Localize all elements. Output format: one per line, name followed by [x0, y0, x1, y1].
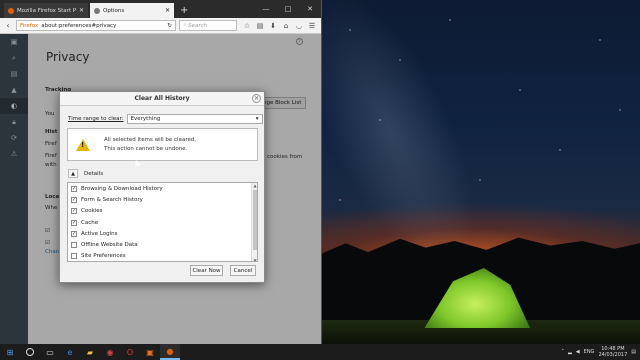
checkbox-active-logins[interactable]: ✓	[71, 230, 77, 237]
window-controls: — □ ✕	[255, 0, 321, 18]
list-item[interactable]: ✓ Browsing & Download History	[68, 183, 257, 194]
url-text: about:preferences#privacy	[41, 22, 117, 29]
gear-icon	[94, 7, 100, 14]
clock[interactable]: 10:48 PM 24/03/2017	[598, 346, 627, 358]
app-icon[interactable]: ▣	[140, 344, 160, 360]
warning-line-2: This action cannot be undone.	[104, 145, 188, 152]
volume-icon[interactable]: ◀	[576, 349, 580, 355]
checkbox-form-history[interactable]: ✓	[71, 196, 77, 203]
item-label: Cache	[81, 219, 99, 226]
list-item[interactable]: Site Preferences	[68, 251, 257, 261]
time-range-row: Time range to clear: Everything ▾	[68, 114, 263, 124]
chevron-down-icon: ▾	[255, 116, 259, 122]
details-label: Details	[84, 170, 104, 177]
toolbar-icons: ☆ ▤ ⬇ ⌂ ◡ ☰	[242, 22, 317, 30]
pocket-icon[interactable]: ◡	[294, 22, 304, 30]
list-item[interactable]: ✓ Active Logins	[68, 228, 257, 239]
dialog-title: Clear All History	[60, 92, 264, 106]
checkbox-browsing-history[interactable]: ✓	[71, 185, 77, 192]
url-bar[interactable]: Firefox about:preferences#privacy ↻	[16, 20, 176, 31]
item-label: Site Preferences	[81, 253, 126, 260]
identity-badge: Firefox	[20, 22, 39, 29]
system-tray: ˄ ▂ ◀ ENG 10:48 PM 24/03/2017 ▤	[561, 346, 640, 358]
time-range-select[interactable]: Everything ▾	[126, 114, 263, 124]
language-indicator[interactable]: ENG	[584, 349, 595, 355]
warning-icon: !	[76, 138, 90, 151]
notification-icon[interactable]: ▤	[631, 349, 636, 355]
search-bar[interactable]: ⌕ Search	[179, 20, 237, 31]
close-tab-icon[interactable]: ✕	[165, 7, 170, 14]
list-item[interactable]: ✓ Form & Search History	[68, 194, 257, 205]
chrome-icon[interactable]: ◉	[100, 344, 120, 360]
scroll-up-icon[interactable]: ▲	[252, 183, 257, 188]
list-item[interactable]: ✓ Cache	[68, 217, 257, 228]
list-scrollbar[interactable]: ▲ ▼	[251, 183, 257, 261]
checkbox-offline-data[interactable]	[71, 242, 77, 249]
item-label: Offline Website Data	[81, 242, 138, 249]
tab-label: Mozilla Firefox Start Page	[17, 7, 76, 14]
scroll-thumb[interactable]	[253, 190, 257, 250]
warning-text: All selected items will be cleared. This…	[104, 136, 196, 154]
minimize-button[interactable]: —	[255, 5, 277, 13]
item-label: Cookies	[81, 208, 103, 215]
time-range-label: Time range to clear:	[68, 116, 124, 122]
close-icon[interactable]: ✕	[252, 94, 261, 103]
new-tab-button[interactable]: +	[176, 3, 192, 18]
warning-line-1: All selected items will be cleared.	[104, 136, 197, 143]
maximize-button[interactable]: □	[277, 5, 299, 13]
search-icon: ⌕	[183, 22, 187, 28]
clock-date: 24/03/2017	[598, 352, 628, 358]
chevron-up-icon[interactable]: ˄	[561, 349, 564, 355]
download-icon[interactable]: ⬇	[268, 22, 278, 30]
clear-history-dialog: Clear All History ✕ Time range to clear:…	[59, 91, 265, 283]
firefox-icon	[8, 7, 14, 14]
back-button[interactable]: ‹	[3, 21, 13, 30]
reading-list-icon[interactable]: ▤	[255, 22, 265, 30]
search-placeholder: Search	[188, 22, 208, 29]
opera-icon[interactable]: O	[120, 344, 140, 360]
close-window-button[interactable]: ✕	[299, 5, 321, 13]
tab-label: Options	[103, 7, 125, 14]
cortana-icon[interactable]	[20, 344, 40, 360]
taskbar: ⊞ ▭ e ▰ ◉ O ▣ ● ˄ ▂ ◀ ENG 10:48 PM 24/03…	[0, 344, 640, 360]
home-icon[interactable]: ⌂	[281, 22, 291, 30]
nav-toolbar: ‹ Firefox about:preferences#privacy ↻ ⌕ …	[0, 18, 321, 34]
checkbox-cache[interactable]: ✓	[71, 219, 77, 226]
list-item[interactable]: Offline Website Data	[68, 239, 257, 250]
item-label: Active Logins	[81, 230, 118, 237]
warning-box: ! All selected items will be cleared. Th…	[67, 128, 258, 161]
item-label: Browsing & Download History	[81, 185, 163, 192]
windows-start-icon[interactable]: ⊞	[0, 344, 20, 360]
network-icon[interactable]: ▂	[568, 349, 572, 355]
details-toggle[interactable]: ▲ Details	[68, 169, 103, 178]
checkbox-cookies[interactable]: ✓	[71, 208, 77, 215]
reload-icon[interactable]: ↻	[167, 23, 172, 29]
file-explorer-icon[interactable]: ▰	[80, 344, 100, 360]
history-items-list: ✓ Browsing & Download History ✓ Form & Sea…	[67, 182, 258, 262]
task-view-icon[interactable]: ▭	[40, 344, 60, 360]
tab-options[interactable]: Options ✕	[90, 3, 174, 18]
chevron-up-icon[interactable]: ▲	[68, 169, 78, 178]
checkbox-site-preferences[interactable]	[71, 253, 77, 260]
clear-now-button[interactable]: Clear Now	[190, 265, 223, 276]
cancel-button[interactable]: Cancel	[230, 265, 256, 276]
list-item[interactable]: ✓ Cookies	[68, 206, 257, 217]
time-range-value: Everything	[130, 116, 161, 122]
firefox-taskbar-icon[interactable]: ●	[160, 344, 180, 360]
edge-icon[interactable]: e	[60, 344, 80, 360]
bookmark-star-icon[interactable]: ☆	[242, 22, 252, 30]
tab-strip: Mozilla Firefox Start Page ✕ Options ✕ +…	[0, 0, 321, 18]
tab-start-page[interactable]: Mozilla Firefox Start Page ✕	[4, 3, 88, 18]
close-tab-icon[interactable]: ✕	[79, 7, 84, 14]
menu-icon[interactable]: ☰	[307, 22, 317, 30]
item-label: Form & Search History	[81, 196, 143, 203]
